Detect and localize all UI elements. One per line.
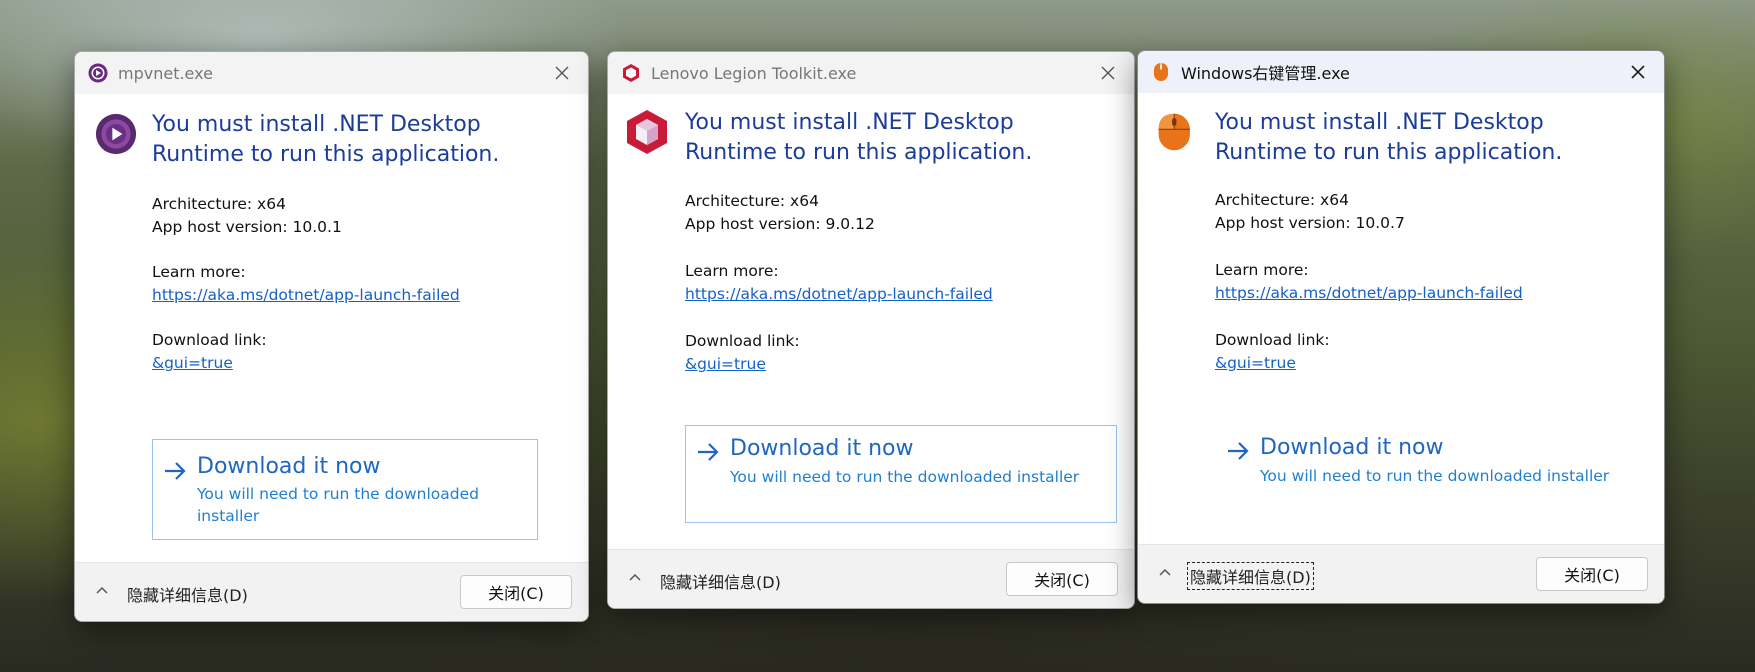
learn-more-label: Learn more: (152, 263, 246, 281)
download-link[interactable]: &gui=true (1215, 352, 1654, 375)
heading-line: You must install .NET Desktop (152, 112, 481, 137)
architecture-text: Architecture: x64 (152, 195, 286, 213)
info-block: Architecture: x64 App host version: 9.0.… (685, 190, 1124, 376)
legion-toolkit-icon (627, 110, 667, 154)
learn-more-link[interactable]: https://aka.ms/dotnet/app-launch-failed (685, 283, 1124, 306)
mpv-icon (95, 113, 137, 155)
arrow-right-icon (698, 443, 719, 461)
close-icon[interactable] (1620, 55, 1656, 89)
dialog-windows-context-menu-manager: Windows右键管理.exe You must install .NET De… (1137, 50, 1665, 604)
download-sub-label: You will need to run the downloaded inst… (730, 468, 1080, 486)
dialog-mpvnet: mpvnet.exe You must install .NET Desktop… (74, 51, 589, 622)
download-now-button[interactable]: Download it now You will need to run the… (1215, 424, 1647, 522)
learn-more-label: Learn more: (685, 262, 779, 280)
mouse-icon (1150, 61, 1172, 83)
download-sub-label: You will need to run the downloaded inst… (197, 485, 479, 525)
chevron-up-icon[interactable] (628, 570, 642, 584)
window-title: Windows右键管理.exe (1181, 64, 1350, 83)
chevron-up-icon[interactable] (95, 583, 109, 597)
title-bar: Lenovo Legion Toolkit.exe (608, 52, 1134, 94)
error-heading: You must install .NET Desktop Runtime to… (152, 110, 578, 170)
close-icon[interactable] (544, 56, 580, 90)
mpv-icon (87, 62, 109, 84)
hide-details-button[interactable]: 隐藏详细信息(D) (125, 581, 250, 607)
info-block: Architecture: x64 App host version: 10.0… (1215, 189, 1654, 375)
download-link-label: Download link: (685, 332, 800, 350)
heading-line: Runtime to run this application. (1215, 140, 1563, 165)
mouse-icon (1158, 113, 1190, 151)
download-link-label: Download link: (152, 331, 267, 349)
learn-more-label: Learn more: (1215, 261, 1309, 279)
download-link-label: Download link: (1215, 331, 1330, 349)
dialog-footer: 隐藏详细信息(D) 关闭(C) (1138, 544, 1664, 603)
window-title: Lenovo Legion Toolkit.exe (651, 63, 857, 83)
hide-details-button[interactable]: 隐藏详细信息(D) (1187, 562, 1314, 590)
download-now-label: Download it now (197, 454, 381, 479)
close-button[interactable]: 关闭(C) (1536, 557, 1648, 591)
download-now-label: Download it now (1260, 435, 1444, 460)
learn-more-link[interactable]: https://aka.ms/dotnet/app-launch-failed (152, 284, 578, 307)
dialog-footer: 隐藏详细信息(D) 关闭(C) (75, 562, 588, 621)
close-icon[interactable] (1090, 56, 1126, 90)
download-link[interactable]: &gui=true (152, 352, 578, 375)
arrow-right-icon (165, 462, 186, 480)
window-title: mpvnet.exe (118, 63, 213, 83)
chevron-up-icon[interactable] (1158, 565, 1172, 579)
hide-details-button[interactable]: 隐藏详细信息(D) (658, 568, 783, 594)
title-bar: Windows右键管理.exe (1138, 51, 1664, 93)
host-version-text: App host version: 10.0.1 (152, 218, 342, 236)
error-heading: You must install .NET Desktop Runtime to… (685, 108, 1124, 168)
download-now-label: Download it now (730, 436, 914, 461)
heading-line: Runtime to run this application. (685, 140, 1033, 165)
host-version-text: App host version: 9.0.12 (685, 215, 875, 233)
host-version-text: App host version: 10.0.7 (1215, 214, 1405, 232)
download-sub-label: You will need to run the downloaded inst… (1260, 467, 1610, 485)
heading-line: Runtime to run this application. (152, 142, 500, 167)
heading-line: You must install .NET Desktop (1215, 110, 1544, 135)
download-now-button[interactable]: Download it now You will need to run the… (685, 425, 1117, 523)
legion-toolkit-icon (620, 62, 642, 84)
title-bar: mpvnet.exe (75, 52, 588, 94)
download-link[interactable]: &gui=true (685, 353, 1124, 376)
heading-line: You must install .NET Desktop (685, 110, 1014, 135)
download-now-button[interactable]: Download it now You will need to run the… (152, 439, 538, 540)
info-block: Architecture: x64 App host version: 10.0… (152, 193, 578, 375)
architecture-text: Architecture: x64 (1215, 191, 1349, 209)
error-heading: You must install .NET Desktop Runtime to… (1215, 108, 1654, 168)
architecture-text: Architecture: x64 (685, 192, 819, 210)
arrow-right-icon (1228, 442, 1249, 460)
close-button[interactable]: 关闭(C) (1006, 562, 1118, 596)
dialog-footer: 隐藏详细信息(D) 关闭(C) (608, 549, 1134, 608)
close-button[interactable]: 关闭(C) (460, 575, 572, 609)
learn-more-link[interactable]: https://aka.ms/dotnet/app-launch-failed (1215, 282, 1654, 305)
dialog-legion-toolkit: Lenovo Legion Toolkit.exe You must insta… (607, 51, 1135, 609)
